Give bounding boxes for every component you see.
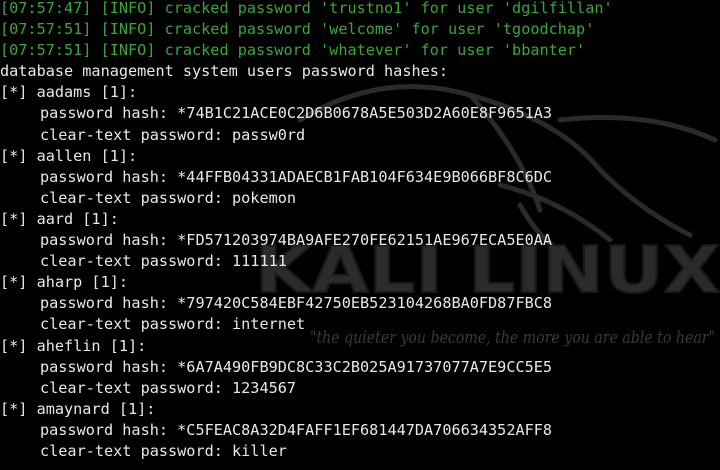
user-entry-header: [*] aharp [1]: [0, 273, 129, 292]
user-entry-header: [*] aard [1]: [0, 209, 119, 228]
user-entry-header: [*] aallen [1]: [0, 146, 138, 165]
log-line: [07:57:51] [INFO] cracked password 'welc… [0, 20, 595, 39]
user-entry-header: [*] aheflin [1]: [0, 336, 147, 355]
password-hash-line: password hash: *C5FEAC8A32D4FAFF1EF68144… [40, 420, 553, 439]
password-hash-line: password hash: *44FFB04331ADAECB1FAB104F… [40, 167, 553, 186]
log-line: [07:57:47] [INFO] cracked password 'trus… [0, 0, 613, 17]
log-line: [07:57:51] [INFO] cracked password 'what… [0, 41, 586, 60]
clear-text-password-line: clear-text password: 1234567 [40, 378, 297, 397]
password-hash-line: password hash: *6A7A490FB9DC8C33C2B025A9… [40, 357, 553, 376]
terminal-window[interactable]: KALI LINUX "the quieter you become, the … [0, 0, 720, 470]
password-hash-line: password hash: *FD571203974BA9AFE270FE62… [40, 231, 553, 250]
clear-text-password-line: clear-text password: 111111 [40, 252, 287, 271]
user-entry-header: [*] amaynard [1]: [0, 399, 156, 418]
clear-text-password-line: clear-text password: passw0rd [40, 125, 306, 144]
user-entry-header: [*] aadams [1]: [0, 83, 138, 102]
clear-text-password-line: clear-text password: internet [40, 315, 306, 334]
clear-text-password-line: clear-text password: pokemon [40, 188, 297, 207]
section-header: database management system users passwor… [0, 62, 449, 81]
terminal-output: [07:57:47] [INFO] cracked password 'trus… [0, 0, 613, 462]
password-hash-line: password hash: *797420C584EBF42750EB5231… [40, 294, 553, 313]
password-hash-line: password hash: *74B1C21ACE0C2D6B0678A5E5… [40, 104, 553, 123]
clear-text-password-line: clear-text password: killer [40, 441, 287, 460]
